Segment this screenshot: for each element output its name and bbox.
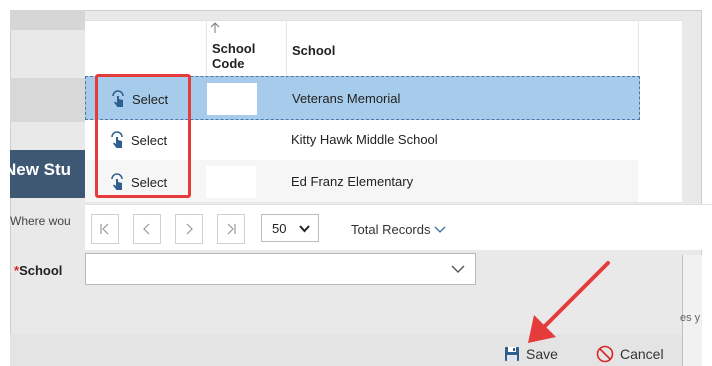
chevron-right-icon (186, 223, 193, 235)
chevron-left-icon (143, 223, 150, 235)
side-panel (682, 255, 702, 366)
first-page-button[interactable] (91, 214, 119, 244)
column-header-school-code[interactable]: School Code (212, 41, 272, 71)
school-label-text: School (19, 263, 63, 278)
chevron-down-icon (435, 226, 446, 233)
dialog-title: New Stu (4, 160, 72, 179)
school-dropdown[interactable] (85, 253, 476, 285)
chevron-down-icon (299, 225, 310, 233)
school-name-cell: Ed Franz Elementary (291, 174, 414, 189)
background-strip (10, 10, 85, 30)
hint-text: es y (680, 312, 701, 324)
column-divider (286, 21, 287, 75)
highlight-box (95, 74, 191, 198)
school-name-cell: Veterans Memorial (292, 91, 401, 106)
cancel-label: Cancel (620, 346, 664, 362)
dialog-prompt: Where wou (10, 214, 71, 228)
column-divider (638, 21, 639, 75)
previous-page-button[interactable] (133, 214, 161, 244)
school-code-cell (207, 83, 257, 115)
school-field-label: *School (14, 263, 62, 278)
background-panel (10, 78, 85, 122)
total-records-label: Total Records (351, 222, 431, 237)
last-page-icon (227, 223, 236, 235)
school-name-cell: Kitty Hawk Middle School (291, 132, 438, 147)
floppy-disk-icon (505, 347, 519, 361)
last-page-button[interactable] (217, 214, 245, 244)
column-divider (206, 21, 207, 75)
school-code-cell (206, 166, 256, 198)
total-records-toggle[interactable]: Total Records (351, 222, 446, 237)
school-code-cell (206, 124, 256, 156)
chevron-down-icon (451, 265, 465, 273)
grid-pager: 50 Total Records (85, 204, 712, 250)
next-page-button[interactable] (175, 214, 203, 244)
column-header-school[interactable]: School (292, 43, 335, 58)
page-size-select[interactable]: 50 (261, 214, 319, 242)
annotation-arrow (528, 261, 610, 343)
page-size-value: 50 (272, 220, 287, 236)
first-page-icon (100, 223, 109, 235)
sort-ascending-icon (210, 22, 220, 33)
